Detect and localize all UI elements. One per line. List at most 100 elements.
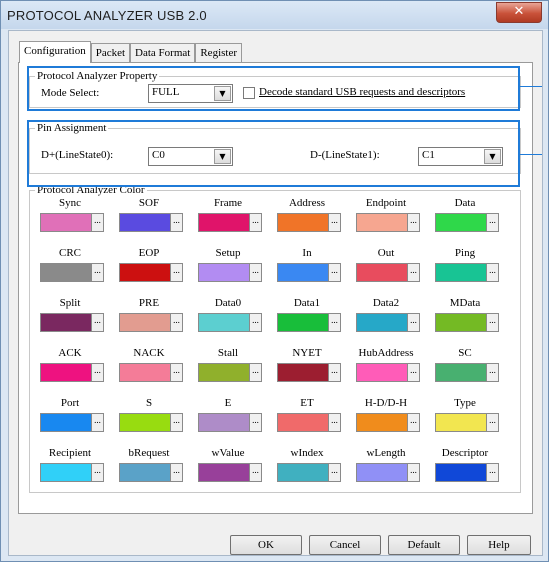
color-swatch[interactable] [356,463,408,482]
color-picker-button[interactable]: ... [91,213,104,232]
help-button[interactable]: Help [467,535,531,555]
color-swatch[interactable] [277,213,329,232]
color-swatch[interactable] [277,313,329,332]
color-item-label: wLength [366,447,406,459]
color-swatch[interactable] [277,363,329,382]
cancel-button[interactable]: Cancel [309,535,381,555]
color-swatch[interactable] [40,263,92,282]
color-swatch[interactable] [435,363,487,382]
color-item: wIndex... [270,447,344,487]
color-swatch[interactable] [198,413,250,432]
color-item: NACK... [112,347,186,387]
color-picker-button[interactable]: ... [328,463,341,482]
color-swatch[interactable] [198,213,250,232]
color-item-label: Type [454,397,476,409]
color-swatch[interactable] [435,463,487,482]
ok-button[interactable]: OK [230,535,302,555]
color-picker-button[interactable]: ... [407,213,420,232]
color-swatch[interactable] [40,313,92,332]
color-item-label: Ping [454,247,476,259]
color-picker-button[interactable]: ... [249,463,262,482]
color-swatch[interactable] [356,263,408,282]
color-swatch[interactable] [356,313,408,332]
tab-packet[interactable]: Packet [90,43,131,62]
color-picker-button[interactable]: ... [170,463,183,482]
color-picker-button[interactable]: ... [170,213,183,232]
color-swatch[interactable] [40,363,92,382]
color-swatch[interactable] [119,263,171,282]
color-picker-button[interactable]: ... [486,263,499,282]
color-swatch[interactable] [40,213,92,232]
color-picker-button[interactable]: ... [249,263,262,282]
color-swatch[interactable] [277,413,329,432]
color-picker-button[interactable]: ... [328,213,341,232]
color-picker-button[interactable]: ... [328,313,341,332]
color-picker-button[interactable]: ... [486,363,499,382]
color-swatch[interactable] [435,413,487,432]
property-highlight-box [27,66,520,111]
color-picker-button[interactable]: ... [328,263,341,282]
color-swatch[interactable] [40,413,92,432]
color-swatch[interactable] [198,313,250,332]
close-button[interactable]: ✕ [496,2,542,23]
color-item: Setup... [191,247,265,287]
color-swatch[interactable] [119,313,171,332]
color-swatch[interactable] [356,213,408,232]
color-picker-button[interactable]: ... [486,463,499,482]
color-picker-button[interactable]: ... [91,463,104,482]
color-swatch[interactable] [119,413,171,432]
color-picker-button[interactable]: ... [328,413,341,432]
color-picker-button[interactable]: ... [407,413,420,432]
color-swatch[interactable] [435,313,487,332]
color-swatch[interactable] [277,463,329,482]
color-picker-button[interactable]: ... [249,213,262,232]
color-swatch[interactable] [198,363,250,382]
color-picker-button[interactable]: ... [486,313,499,332]
color-picker-button[interactable]: ... [407,263,420,282]
color-picker-button[interactable]: ... [249,363,262,382]
color-item: ET... [270,397,344,437]
color-picker-button[interactable]: ... [170,313,183,332]
color-picker-button[interactable]: ... [91,363,104,382]
tab-configuration[interactable]: Configuration [19,41,91,63]
color-swatch[interactable] [277,263,329,282]
color-picker-button[interactable]: ... [328,363,341,382]
color-picker-button[interactable]: ... [249,313,262,332]
color-picker-button[interactable]: ... [170,363,183,382]
color-picker-button[interactable]: ... [91,313,104,332]
color-picker-button[interactable]: ... [407,363,420,382]
color-picker-button[interactable]: ... [407,313,420,332]
color-picker-button[interactable]: ... [486,213,499,232]
color-item-label: In [302,247,312,259]
color-swatch[interactable] [356,413,408,432]
color-picker-button[interactable]: ... [91,413,104,432]
color-swatch[interactable] [40,463,92,482]
color-picker-button[interactable]: ... [486,413,499,432]
pin-callout-line [518,154,542,155]
color-picker-button[interactable]: ... [249,413,262,432]
color-item: MData... [428,297,502,337]
tab-register[interactable]: Register [195,43,243,62]
pin-highlight-box [27,120,520,187]
color-swatch[interactable] [198,463,250,482]
color-picker-button[interactable]: ... [170,263,183,282]
color-swatch[interactable] [119,213,171,232]
color-item: In... [270,247,344,287]
color-item-label: NYET [292,347,322,359]
color-swatch[interactable] [435,263,487,282]
color-item: SOF... [112,197,186,237]
color-item: E... [191,397,265,437]
color-swatch[interactable] [119,363,171,382]
color-swatch[interactable] [198,263,250,282]
color-item: Data0... [191,297,265,337]
color-item: Descriptor... [428,447,502,487]
title-bar[interactable]: PROTOCOL ANALYZER USB 2.0 ✕ [1,1,548,29]
color-picker-button[interactable]: ... [407,463,420,482]
color-picker-button[interactable]: ... [170,413,183,432]
color-swatch[interactable] [119,463,171,482]
color-picker-button[interactable]: ... [91,263,104,282]
tab-data-format[interactable]: Data Format [130,43,196,62]
default-button[interactable]: Default [388,535,460,555]
color-swatch[interactable] [356,363,408,382]
color-swatch[interactable] [435,213,487,232]
